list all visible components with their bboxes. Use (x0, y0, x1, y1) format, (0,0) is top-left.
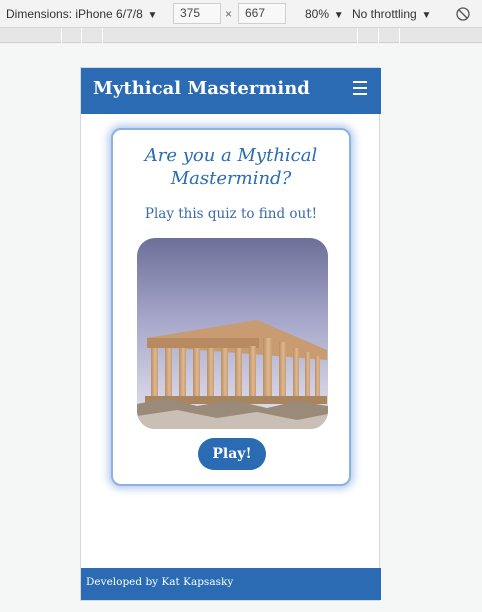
play-button[interactable]: Play! (198, 438, 266, 470)
card-title: Are you a Mythical Mastermind? (144, 145, 318, 189)
hamburger-icon[interactable] (353, 81, 367, 97)
height-input[interactable]: 667 (238, 3, 286, 24)
throttling-selector[interactable]: No throttling ▼ (352, 0, 431, 28)
parthenon-image (137, 238, 328, 429)
caret-down-icon: ▼ (331, 10, 344, 21)
footer-credit: Developed by Kat Kapsasky (86, 576, 234, 588)
throttling-label: No throttling (352, 7, 417, 21)
rotate-icon[interactable] (455, 0, 471, 28)
width-input[interactable]: 375 (173, 3, 221, 24)
times-sign: × (225, 7, 233, 21)
devtools-toolbar: Dimensions: iPhone 6/7/8 ▼ 375 × 667 80%… (0, 0, 482, 28)
device-label: Dimensions: iPhone 6/7/8 (6, 7, 143, 21)
intro-card: Are you a Mythical Mastermind? Play this… (111, 128, 351, 486)
caret-down-icon: ▼ (418, 10, 432, 21)
caret-down-icon: ▼ (144, 10, 158, 21)
card-subtitle: Play this quiz to find out! (144, 206, 318, 222)
media-query-ruler (0, 28, 482, 43)
device-selector[interactable]: Dimensions: iPhone 6/7/8 ▼ (6, 0, 157, 28)
zoom-selector[interactable]: 80% ▼ (305, 0, 344, 28)
navbar: Mythical Mastermind (81, 68, 381, 114)
zoom-label: 80% (305, 7, 330, 21)
brand-logo[interactable]: Mythical Mastermind (93, 78, 310, 99)
footer: Developed by Kat Kapsasky (81, 568, 381, 600)
phone-viewport: Mythical Mastermind Are you a Mythical M… (80, 67, 381, 601)
